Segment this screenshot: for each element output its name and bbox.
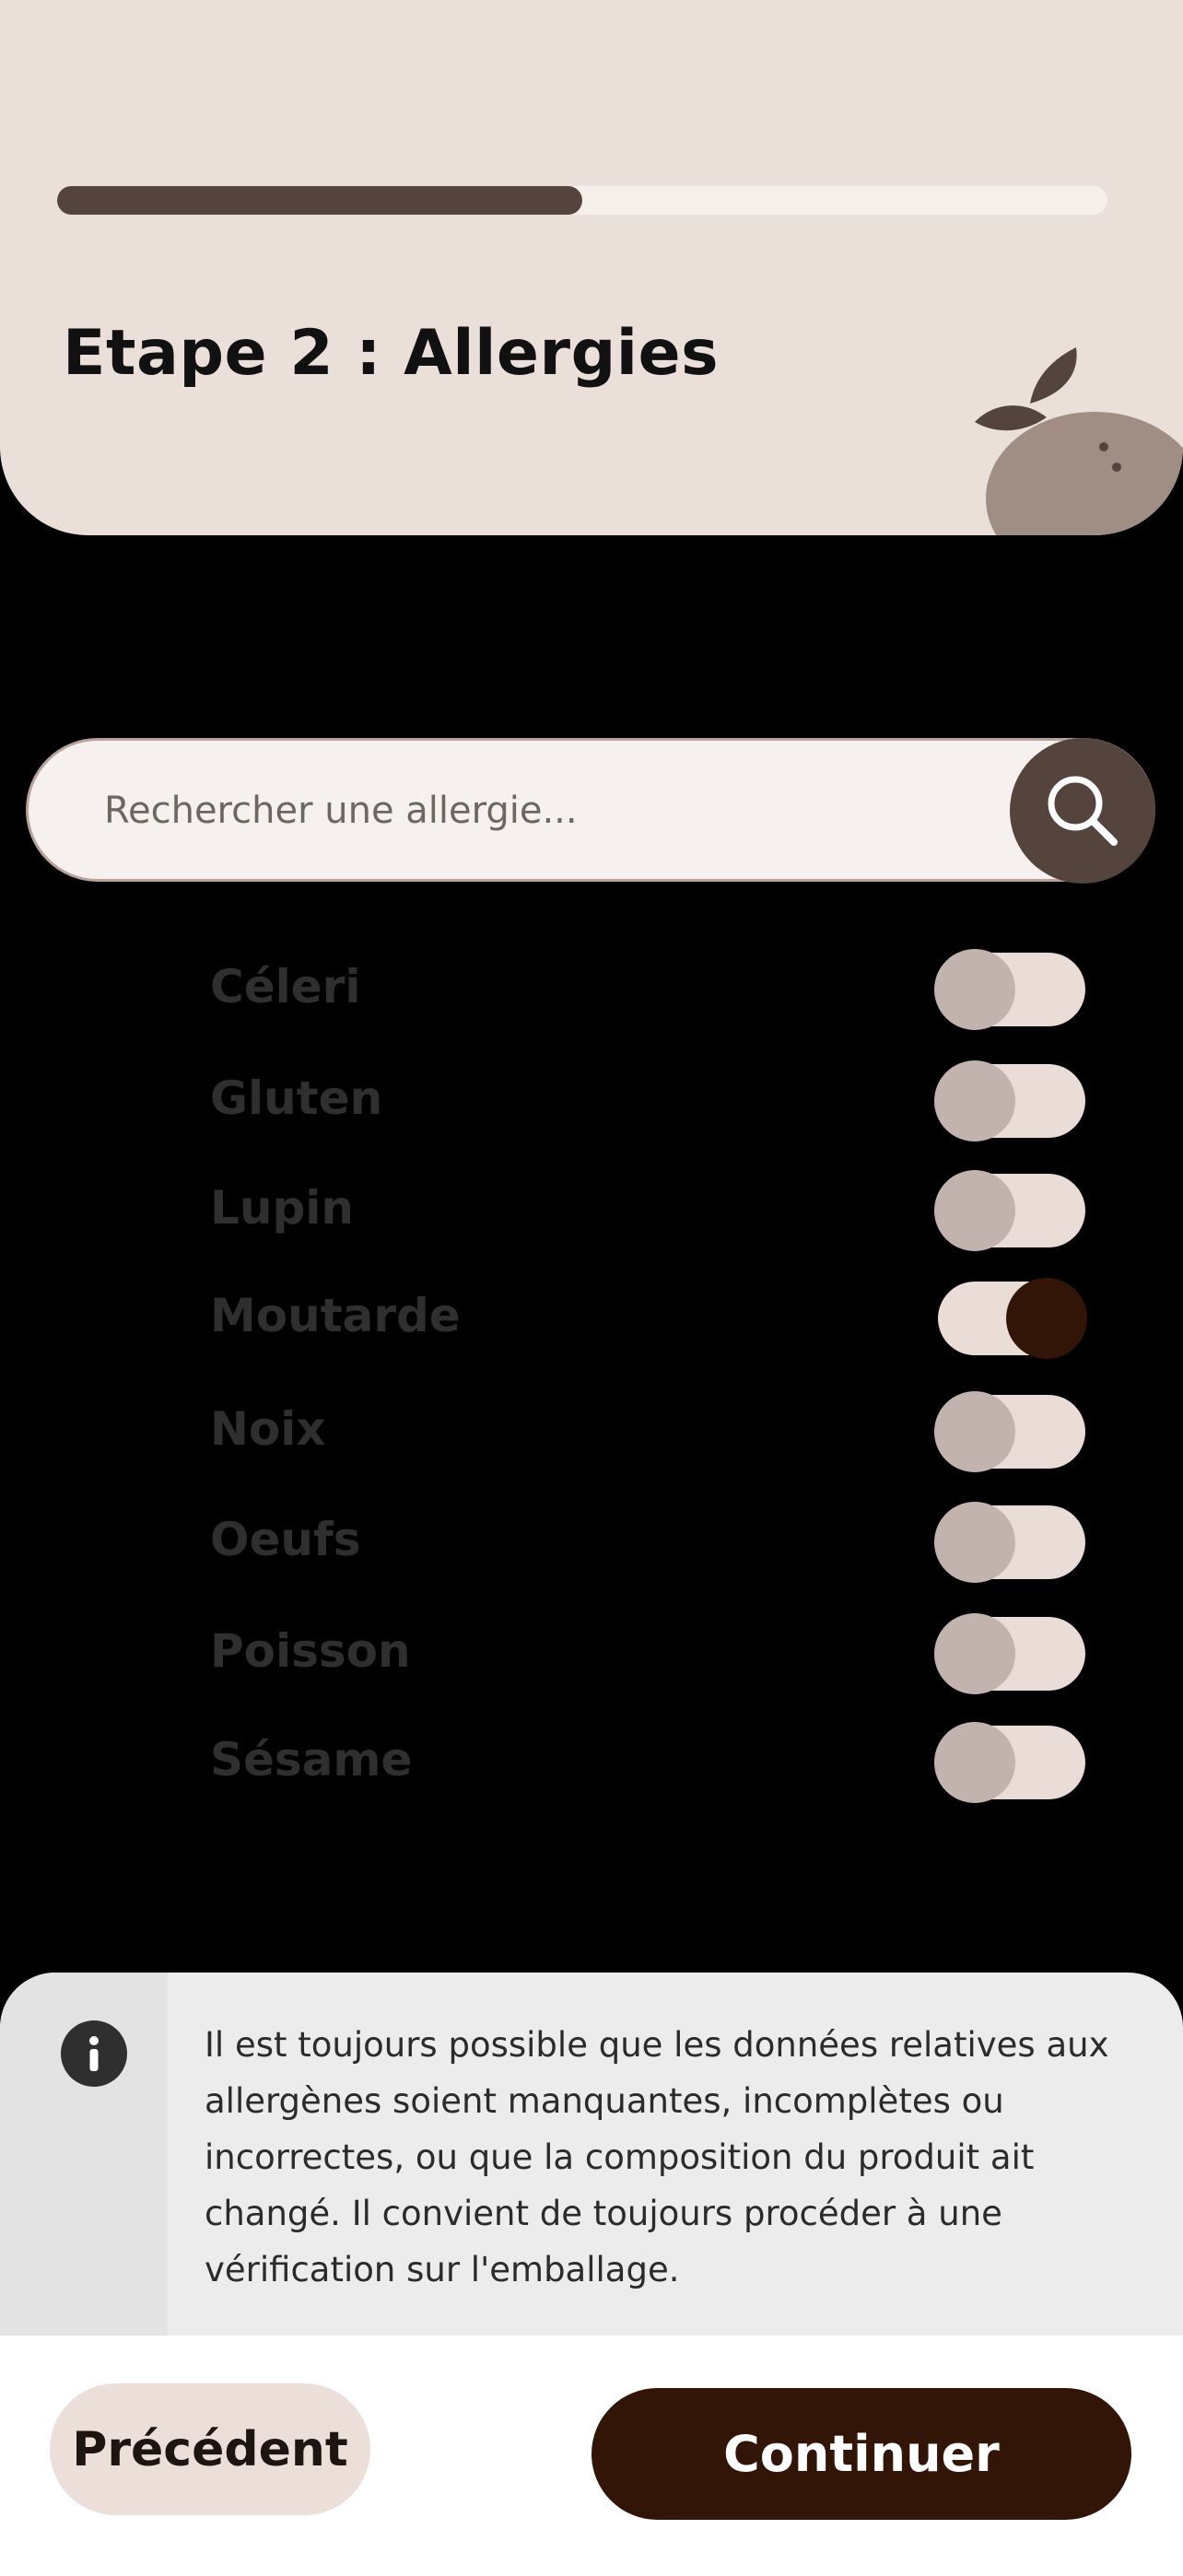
allergy-toggle[interactable] [934, 949, 1085, 1030]
allergy-toggle[interactable] [934, 1060, 1085, 1142]
allergy-search-bar [26, 738, 1155, 882]
allergy-label: Sésame [210, 1733, 413, 1786]
step-header: Etape 2 : Allergies [0, 0, 1183, 535]
progress-bar [57, 186, 1107, 215]
allergy-toggle[interactable] [934, 1391, 1085, 1472]
allergy-row-poisson: Poisson [0, 1602, 1183, 1704]
allergy-toggle[interactable] [934, 1613, 1085, 1694]
allergy-row-moutarde: Moutarde [0, 1267, 1183, 1368]
allergen-disclaimer: Il est toujours possible que les données… [0, 1973, 1183, 2336]
allergy-row-gluten: Gluten [0, 1049, 1183, 1151]
allergy-toggle[interactable] [938, 1278, 1087, 1359]
previous-button[interactable]: Précédent [50, 2383, 370, 2515]
allergy-toggle[interactable] [934, 1170, 1085, 1251]
fruit-mascot-illustration [975, 347, 1183, 535]
allergy-label: Céleri [210, 960, 361, 1013]
progress-bar-fill [57, 186, 582, 215]
disclaimer-text: Il est toujours possible que les données… [205, 2025, 1109, 2289]
allergy-row-lupin: Lupin [0, 1159, 1183, 1260]
allergy-search-input[interactable] [102, 741, 1009, 881]
continue-button[interactable]: Continuer [592, 2388, 1131, 2520]
allergy-label: Lupin [210, 1181, 354, 1235]
allergy-label: Noix [210, 1402, 326, 1456]
allergy-row-oeufs: Oeufs [0, 1491, 1183, 1592]
allergy-toggle[interactable] [934, 1722, 1085, 1803]
allergy-label: Gluten [210, 1071, 383, 1125]
allergy-label: Poisson [210, 1624, 411, 1678]
allergy-row-sesame: Sésame [0, 1711, 1183, 1812]
allergy-toggle[interactable] [934, 1502, 1085, 1583]
search-icon [1048, 776, 1118, 846]
allergy-row-celeri: Céleri [0, 938, 1183, 1039]
allergy-label: Oeufs [210, 1513, 361, 1566]
page-title: Etape 2 : Allergies [63, 317, 720, 390]
info-icon [61, 2020, 127, 2087]
search-button[interactable] [1010, 738, 1155, 884]
allergy-label: Moutarde [210, 1289, 461, 1342]
allergy-row-noix: Noix [0, 1380, 1183, 1481]
